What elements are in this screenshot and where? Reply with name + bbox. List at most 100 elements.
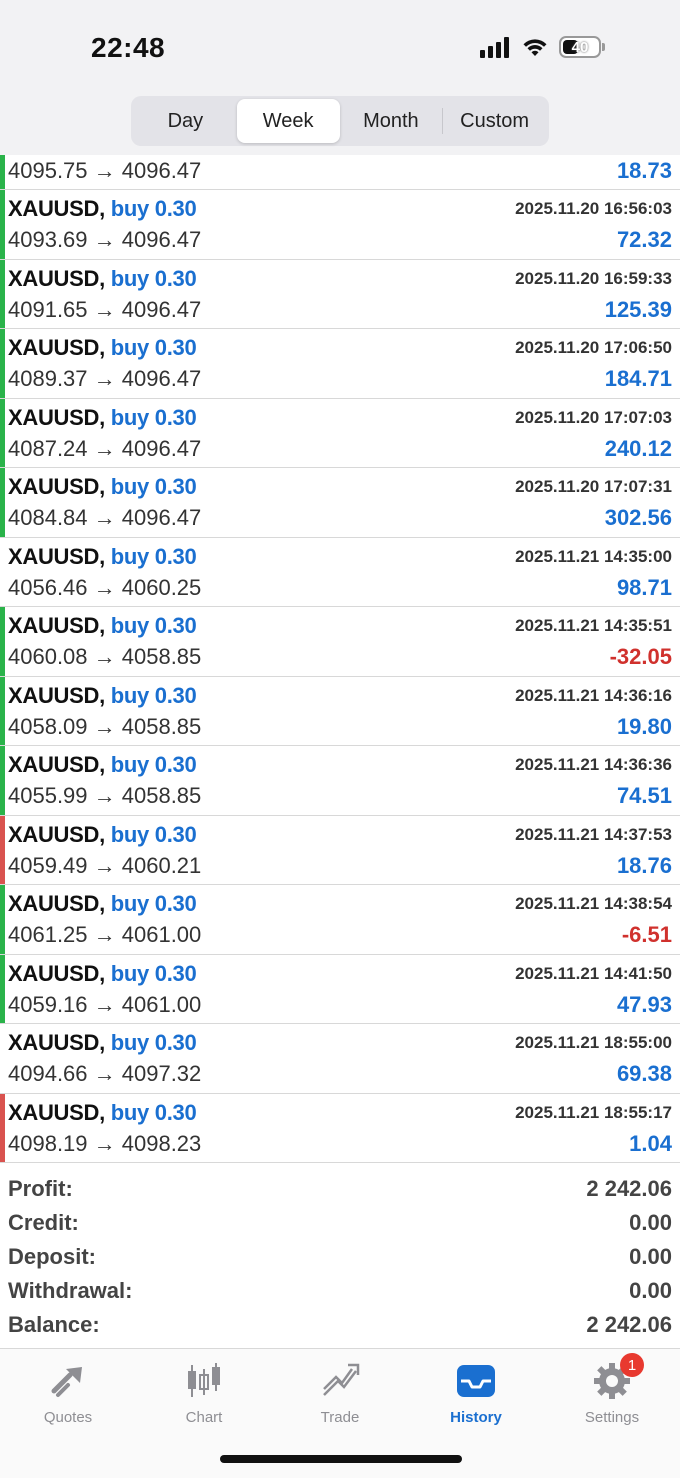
- deal-row[interactable]: 4095.75 → 4096.47 18.73: [0, 155, 680, 190]
- deal-time: 2025.11.21 18:55:17: [515, 1102, 672, 1122]
- wifi-icon: [523, 39, 547, 56]
- deal-type: buy 0.30: [110, 891, 197, 916]
- deal-time: 2025.11.20 16:56:03: [515, 199, 672, 218]
- deal-list[interactable]: 4095.75 → 4096.47 18.73 XAUUSD, buy 0.30 20…: [0, 155, 680, 1163]
- deal-profit: 19.80: [616, 713, 672, 739]
- candlestick-chart-icon: [182, 1359, 226, 1403]
- deal-status-bar: [0, 815, 5, 884]
- deal-type: buy 0.30: [110, 335, 197, 360]
- quotes-icon: [46, 1359, 90, 1403]
- deal-row[interactable]: XAUUSD, buy 0.30 2025.11.21 14:38:54 4061.…: [0, 885, 680, 955]
- battery-level: 40: [571, 38, 589, 56]
- gear-icon: 1: [590, 1353, 644, 1403]
- deal-type: buy 0.30: [110, 265, 197, 291]
- deal-type: buy 0.30: [110, 821, 197, 847]
- deal-profit: 1.04: [629, 1130, 672, 1156]
- deal-row[interactable]: XAUUSD, buy 0.30 2025.11.20 17:07:31 4084.…: [0, 468, 680, 538]
- summary-value: 2 242.06: [586, 1312, 672, 1337]
- status-icons: 40: [480, 36, 605, 58]
- deal-prices: 4059.49 → 4060.21: [8, 852, 202, 878]
- deal-prices: 4087.24 → 4096.47: [8, 435, 202, 461]
- deal-profit: 98.71: [616, 574, 672, 600]
- summary-value: 0.00: [629, 1278, 672, 1303]
- deal-row[interactable]: XAUUSD, buy 0.30 2025.11.20 17:07:03 4087.…: [0, 398, 680, 468]
- tab-trade-label: Trade: [320, 1409, 360, 1426]
- deal-status-bar: [0, 676, 5, 745]
- summary-label: Withdrawal:: [8, 1278, 133, 1303]
- deal-type: buy 0.30: [110, 474, 197, 499]
- deal-prices: 4059.16 → 4061.00: [8, 991, 202, 1017]
- segment-day[interactable]: Day: [134, 99, 237, 143]
- tab-trade[interactable]: Trade: [272, 1359, 408, 1429]
- deal-symbol: XAUUSD, buy 0.30: [8, 196, 197, 221]
- tab-chart[interactable]: Chart: [136, 1359, 272, 1429]
- deal-prices: 4098.19 → 4098.23: [8, 1130, 202, 1156]
- summary-row: Profit: 2 242.06: [0, 1172, 680, 1206]
- deal-profit: 18.73: [616, 158, 672, 183]
- deal-status-bar: [0, 885, 5, 954]
- deal-type: buy 0.30: [110, 613, 197, 638]
- history-inbox-icon: [454, 1359, 498, 1403]
- deal-profit: 302.56: [604, 505, 672, 530]
- deal-row[interactable]: XAUUSD, buy 0.30 2025.11.20 16:59:33 4091.…: [0, 259, 680, 329]
- deal-status-bar: [0, 746, 5, 815]
- deal-row[interactable]: XAUUSD, buy 0.30 2025.11.20 17:06:50 4089.…: [0, 329, 680, 399]
- deal-type: buy 0.30: [110, 1099, 197, 1125]
- deal-type: buy 0.30: [110, 960, 197, 986]
- deal-row[interactable]: XAUUSD, buy 0.30 2025.11.21 14:37:53 4059.…: [0, 815, 680, 885]
- deal-time: 2025.11.20 17:07:03: [515, 407, 672, 427]
- summary-label: Deposit:: [8, 1244, 96, 1269]
- summary-value: 0.00: [629, 1210, 672, 1235]
- top-area: 22:48 40 Day Week Month Custom: [0, 0, 680, 155]
- segment-month[interactable]: Month: [340, 99, 443, 143]
- tab-history[interactable]: History: [408, 1359, 544, 1429]
- deal-prices: 4058.09 → 4058.85: [8, 713, 202, 739]
- deal-row[interactable]: XAUUSD, buy 0.30 2025.11.21 14:35:00 4056.…: [0, 538, 680, 607]
- deal-symbol: XAUUSD, buy 0.30: [8, 404, 197, 430]
- deal-prices: 4091.65 → 4096.47: [8, 296, 202, 322]
- deal-status-bar: [0, 1093, 5, 1162]
- deal-symbol: XAUUSD, buy 0.30: [8, 613, 197, 638]
- battery-tip: [602, 43, 605, 51]
- deal-type: buy 0.30: [110, 196, 197, 221]
- deal-time: 2025.11.21 18:55:00: [515, 1033, 672, 1052]
- deal-row[interactable]: XAUUSD, buy 0.30 2025.11.21 14:36:16 4058.…: [0, 676, 680, 746]
- deal-status-bar: [0, 329, 5, 398]
- tab-settings[interactable]: 1 Settings: [544, 1353, 680, 1429]
- period-segmented-control: Day Week Month Custom: [131, 96, 549, 146]
- deal-profit: -6.51: [621, 922, 672, 947]
- summary-value: 2 242.06: [586, 1176, 672, 1201]
- segment-custom[interactable]: Custom: [443, 99, 546, 143]
- deal-profit: -32.05: [609, 644, 672, 669]
- deal-row[interactable]: XAUUSD, buy 0.30 2025.11.21 14:36:36 4055.…: [0, 746, 680, 816]
- deal-row[interactable]: XAUUSD, buy 0.30 2025.11.21 14:41:50 4059.…: [0, 954, 680, 1024]
- tab-quotes[interactable]: Quotes: [0, 1359, 136, 1429]
- deal-symbol: XAUUSD, buy 0.30: [8, 265, 197, 291]
- summary-panel: Profit: 2 242.06 Credit: 0.00 Deposit: 0.00 Wi…: [0, 1172, 680, 1342]
- deal-profit: 125.39: [604, 296, 672, 322]
- deal-type: buy 0.30: [110, 682, 197, 708]
- deal-status-bar: [0, 538, 5, 607]
- deal-row[interactable]: XAUUSD, buy 0.30 2025.11.20 16:56:03 4093.…: [0, 190, 680, 260]
- deal-row[interactable]: XAUUSD, buy 0.30 2025.11.21 18:55:17 4098.…: [0, 1093, 680, 1163]
- deal-time: 2025.11.21 14:37:53: [515, 824, 672, 844]
- deal-row[interactable]: XAUUSD, buy 0.30 2025.11.21 14:35:51 4060.…: [0, 607, 680, 677]
- trade-icon: [318, 1359, 362, 1403]
- summary-row: Balance: 2 242.06: [0, 1308, 680, 1342]
- deal-status-bar: [0, 1024, 5, 1093]
- deal-row[interactable]: XAUUSD, buy 0.30 2025.11.21 18:55:00 4094.…: [0, 1024, 680, 1094]
- deal-profit: 240.12: [604, 435, 672, 461]
- deal-prices: 4095.75 → 4096.47: [8, 158, 202, 183]
- tab-quotes-label: Quotes: [43, 1409, 93, 1426]
- deal-status-bar: [0, 259, 5, 328]
- deal-symbol: XAUUSD, buy 0.30: [8, 1030, 197, 1055]
- segment-week[interactable]: Week: [236, 99, 340, 143]
- deal-symbol: XAUUSD, buy 0.30: [8, 474, 197, 499]
- deal-time: 2025.11.21 14:35:00: [515, 546, 672, 566]
- tab-chart-label: Chart: [185, 1409, 223, 1426]
- deal-time: 2025.11.21 14:41:50: [515, 963, 672, 983]
- summary-label: Credit:: [8, 1210, 79, 1235]
- deal-symbol: XAUUSD, buy 0.30: [8, 543, 197, 569]
- deal-type: buy 0.30: [110, 404, 197, 430]
- battery-icon: 40: [559, 36, 601, 58]
